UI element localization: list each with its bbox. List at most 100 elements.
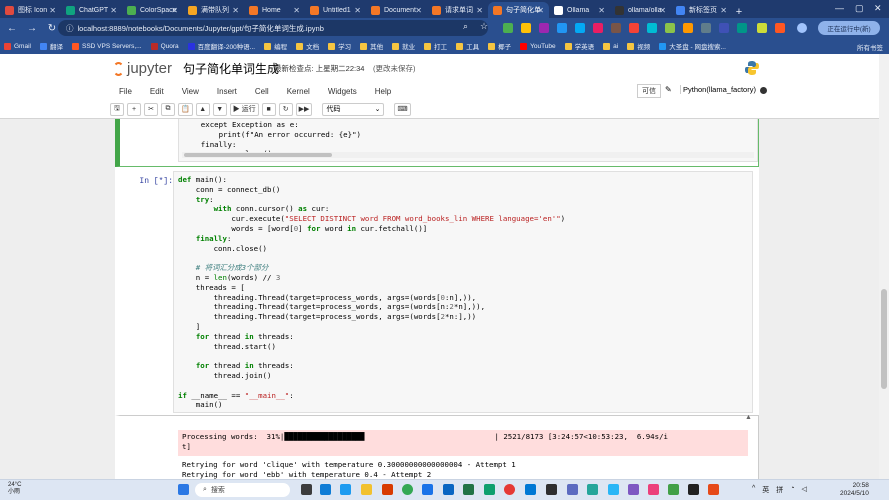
browser-tab[interactable]: Home ✕ [244,2,305,18]
close-icon[interactable]: ✕ [476,6,483,15]
menu-widgets[interactable]: Widgets [319,87,366,96]
trusted-badge[interactable]: 可信 [637,84,661,98]
bookmark-folder[interactable]: 其他 [360,41,383,51]
close-icon[interactable]: ✕ [598,6,605,15]
app-icon[interactable] [708,484,719,495]
app-icon[interactable] [340,484,351,495]
extension-icon[interactable] [647,23,657,33]
bookmark-folder[interactable]: 学英语 [564,41,594,51]
close-icon[interactable]: ✕ [659,6,666,15]
extension-icon[interactable] [593,23,603,33]
bookmark-item[interactable]: Quora [150,42,179,50]
extension-icon[interactable] [503,23,513,33]
browser-tab[interactable]: Ollama ✕ [549,2,610,18]
code-editor[interactable]: def main(): conn = connect_db() try: wit… [173,171,753,413]
bookmark-folder[interactable]: ai [603,42,618,50]
restart-run-all-button[interactable]: ▶▶ [295,102,313,116]
app-icon[interactable] [587,484,598,495]
app-icon[interactable] [484,484,495,495]
file-explorer-icon[interactable] [361,484,372,495]
scrollbar-thumb[interactable] [881,289,887,389]
extension-icon[interactable] [757,23,767,33]
pencil-icon[interactable]: ✎ [665,85,672,94]
horizontal-scrollbar[interactable] [182,152,754,158]
excel-icon[interactable] [463,484,474,495]
collapse-output-icon[interactable]: ▲ [745,414,752,421]
scrollbar-thumb[interactable] [184,153,332,157]
browser-tab[interactable]: 请求单词 ✕ [427,2,488,18]
bookmark-folder[interactable]: 文档 [296,41,319,51]
taskbar-clock[interactable]: 20:58 2024/5/10 [840,482,869,498]
all-bookmarks-button[interactable]: 所有书签 [857,42,883,52]
notebook-area[interactable]: except Exception as e: print(f"An error … [0,119,879,483]
code-cell[interactable]: In [*]: def main(): conn = connect_db() … [115,171,759,417]
site-info-icon[interactable]: ⓘ [66,23,74,34]
menu-view[interactable]: View [173,87,208,96]
avatar[interactable] [797,23,807,33]
close-icon[interactable]: ✕ [720,6,727,15]
windows-start-icon[interactable] [178,484,189,495]
bookmark-item[interactable]: Gmail [4,42,31,50]
close-icon[interactable]: ✕ [293,6,300,15]
extension-icon[interactable] [737,23,747,33]
browser-tab[interactable]: 满带队列 ✕ [183,2,244,18]
bookmark-star-icon[interactable]: ☆ [480,21,490,31]
extension-icon[interactable] [557,23,567,33]
vertical-scrollbar[interactable] [879,54,889,483]
reload-icon[interactable]: ↻ [46,23,58,34]
close-icon[interactable]: ✕ [354,6,361,15]
paste-button[interactable]: 📋 [178,102,193,116]
close-icon[interactable]: ✕ [232,6,239,15]
command-palette-button[interactable]: ⌨ [394,102,411,116]
restart-button[interactable]: ↻ [278,102,293,116]
address-bar[interactable]: ⓘ localhost:8889/notebooks/Documents/Jup… [58,20,488,36]
extension-icon[interactable] [575,23,585,33]
extension-icon[interactable] [611,23,621,33]
cut-button[interactable]: ✂ [144,102,158,116]
bookmark-item[interactable]: 翻译 [39,41,63,51]
browser-tab[interactable]: 图标 Icon ✕ [0,2,61,18]
code-cell-selected[interactable]: except Exception as e: print(f"An error … [115,119,759,167]
close-window-icon[interactable]: ✕ [874,3,882,14]
bookmark-folder[interactable]: 编程 [264,41,287,51]
maximize-icon[interactable]: ▢ [855,3,864,14]
bookmark-folder[interactable]: 打工 [424,41,447,51]
browser-tab[interactable]: ChatGPT ✕ [61,2,122,18]
tray-overflow-icon[interactable]: ^ [752,485,755,495]
bookmark-item[interactable]: YouTube [520,42,556,50]
extension-icon[interactable] [683,23,693,33]
browser-tab[interactable]: Document ✕ [366,2,427,18]
new-tab-button[interactable]: + [732,6,746,18]
move-down-button[interactable]: ▼ [212,102,227,116]
back-icon[interactable]: ← [6,23,18,34]
app-icon[interactable] [422,484,433,495]
browser-tab[interactable]: Untitled1 ✕ [305,2,366,18]
app-icon[interactable] [382,484,393,495]
copy-button[interactable]: ⧉ [161,102,175,116]
wechat-icon[interactable] [668,484,679,495]
jupyter-logo[interactable]: jupyter [113,60,172,77]
vscode-icon[interactable] [525,484,536,495]
menu-file[interactable]: File [110,87,141,96]
insert-cell-button[interactable]: + [127,102,141,116]
input-method-indicator[interactable]: 拼 [776,485,783,495]
bookmark-item[interactable]: SSD VPS Servers,... [71,42,142,50]
bookmark-folder[interactable]: 就业 [392,41,415,51]
kernel-name[interactable]: Python(llama_factory) [680,85,756,94]
extension-icon[interactable] [719,23,729,33]
bookmark-folder[interactable]: 学习 [328,41,351,51]
chrome-icon[interactable] [402,484,413,495]
minimize-icon[interactable]: — [835,3,844,13]
menu-insert[interactable]: Insert [208,87,246,96]
forward-icon[interactable]: → [26,23,38,34]
menu-help[interactable]: Help [366,87,400,96]
browser-tab-active[interactable]: 句子简化单 ✕ [488,2,549,18]
app-icon[interactable] [504,484,515,495]
task-view-icon[interactable] [301,484,312,495]
app-icon[interactable] [443,484,454,495]
bookmark-item[interactable]: 大圣盘 - 网盘搜索... [659,41,726,51]
interrupt-button[interactable]: ■ [261,102,276,116]
extension-icon[interactable] [629,23,639,33]
close-icon[interactable]: ✕ [110,6,117,15]
close-icon[interactable]: ✕ [49,6,56,15]
